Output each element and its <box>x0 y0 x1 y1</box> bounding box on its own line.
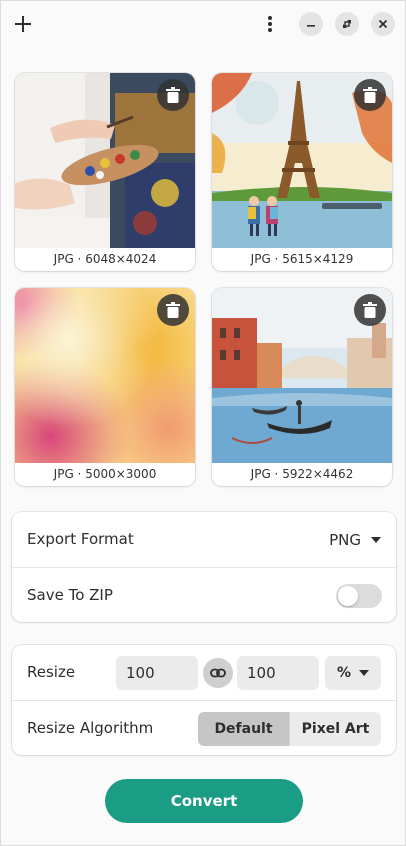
image-card[interactable]: JPG · 5000×3000 <box>15 288 195 486</box>
save-zip-row[interactable]: Save To ZIP <box>12 567 396 622</box>
header-bar <box>1 1 406 47</box>
trash-icon <box>363 302 377 318</box>
resize-height-input[interactable]: 100 <box>237 656 319 690</box>
maximize-button[interactable] <box>335 12 359 36</box>
export-format-label: Export Format <box>27 530 134 548</box>
save-zip-switch[interactable] <box>336 584 382 608</box>
minimize-button[interactable] <box>299 12 323 36</box>
plus-icon <box>15 16 31 32</box>
image-caption: JPG · 6048×4024 <box>15 248 195 271</box>
app-window: JPG · 6048×4024 JPG · 5615×4129 JPG · 50… <box>0 0 406 846</box>
image-card[interactable]: JPG · 5615×4129 <box>212 73 392 271</box>
trash-icon <box>166 302 180 318</box>
image-caption: JPG · 5615×4129 <box>212 248 392 271</box>
algorithm-pixel-art-button[interactable]: Pixel Art <box>289 712 381 746</box>
resize-row: Resize 100 100 % <box>12 645 396 700</box>
maximize-icon <box>343 20 351 28</box>
export-format-dropdown[interactable]: PNG <box>329 525 381 555</box>
delete-image-button[interactable] <box>157 294 189 326</box>
image-card[interactable]: JPG · 6048×4024 <box>15 73 195 271</box>
close-button[interactable] <box>371 12 395 36</box>
resize-algorithm-row: Resize Algorithm Default Pixel Art <box>12 700 396 755</box>
convert-button[interactable]: Convert <box>105 779 303 823</box>
resize-settings-group: Resize 100 100 % Resize Algorithm Defaul… <box>12 645 396 755</box>
resize-algorithm-label: Resize Algorithm <box>27 719 154 737</box>
add-image-button[interactable] <box>11 12 35 36</box>
image-caption: JPG · 5000×3000 <box>15 463 195 486</box>
resize-width-input[interactable]: 100 <box>116 656 198 690</box>
resize-algorithm-toggle: Default Pixel Art <box>198 712 381 746</box>
algorithm-default-button[interactable]: Default <box>198 712 289 746</box>
export-format-value: PNG <box>329 531 361 549</box>
save-zip-label: Save To ZIP <box>27 586 113 604</box>
export-settings-group: Export Format PNG Save To ZIP <box>12 512 396 622</box>
vertical-dots-icon <box>268 16 272 32</box>
image-card[interactable]: JPG · 5922×4462 <box>212 288 392 486</box>
chevron-down-icon <box>371 537 381 543</box>
switch-knob <box>338 586 358 606</box>
resize-label: Resize <box>27 663 76 681</box>
delete-image-button[interactable] <box>354 79 386 111</box>
resize-unit-value: % <box>336 665 352 681</box>
trash-icon <box>166 87 180 103</box>
trash-icon <box>363 87 377 103</box>
delete-image-button[interactable] <box>354 294 386 326</box>
main-menu-button[interactable] <box>259 12 281 36</box>
delete-image-button[interactable] <box>157 79 189 111</box>
export-format-row[interactable]: Export Format PNG <box>12 512 396 567</box>
minimize-icon <box>307 25 315 27</box>
chevron-down-icon <box>359 670 370 676</box>
close-icon <box>378 19 388 29</box>
resize-unit-dropdown[interactable]: % <box>325 656 381 690</box>
link-dimensions-button[interactable] <box>203 658 233 688</box>
image-caption: JPG · 5922×4462 <box>212 463 392 486</box>
link-icon <box>210 668 226 678</box>
